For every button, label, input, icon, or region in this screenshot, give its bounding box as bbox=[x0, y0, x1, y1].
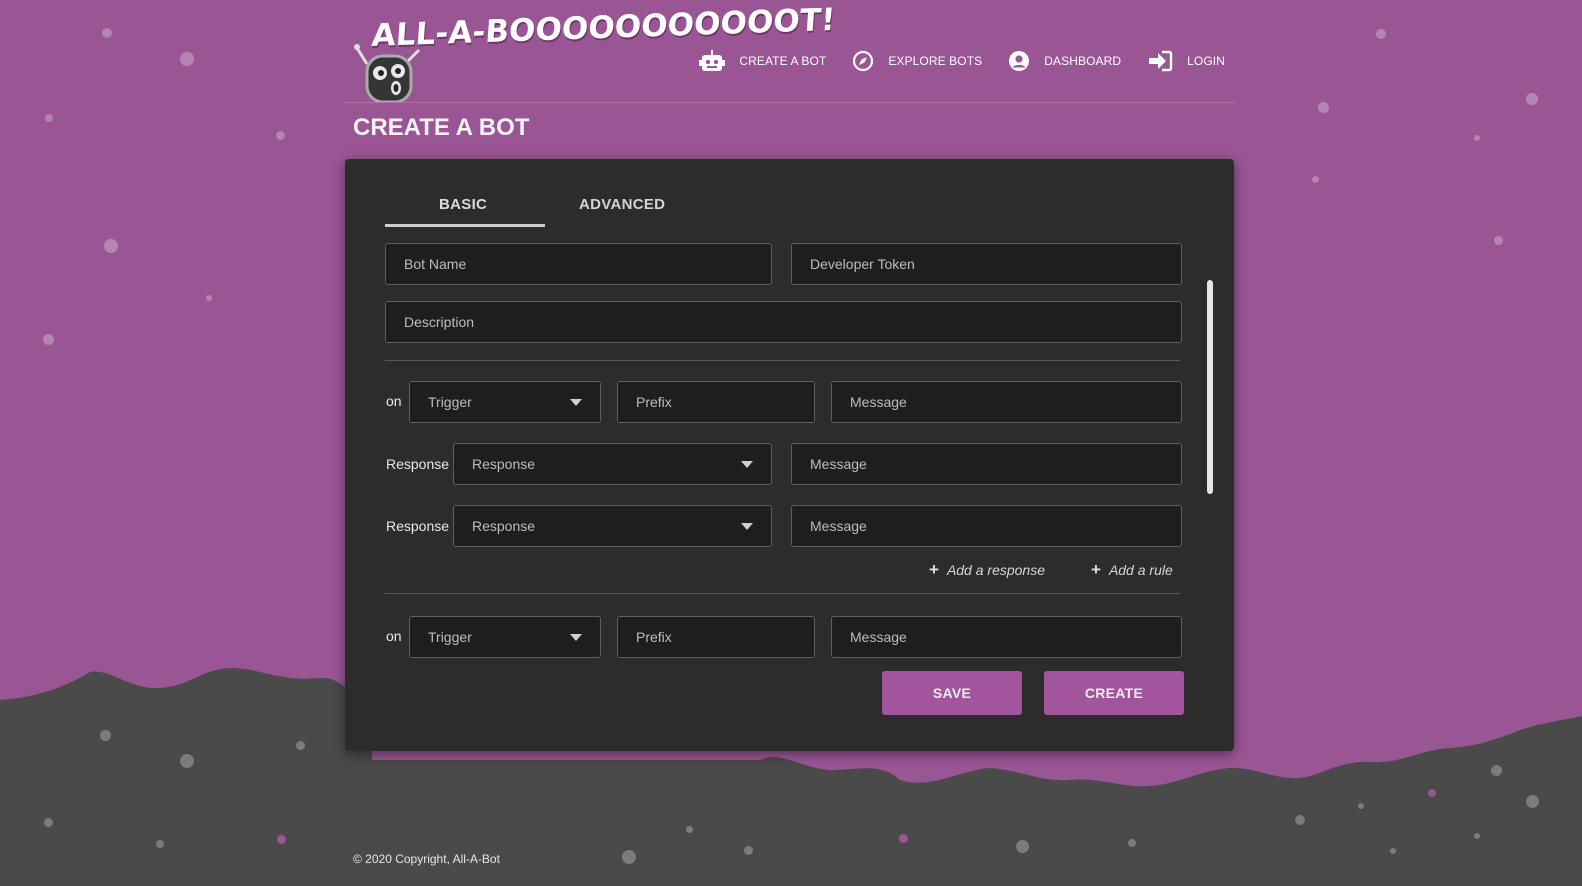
bg-dot bbox=[1526, 795, 1539, 808]
bot-name-field[interactable]: Bot Name bbox=[385, 243, 772, 285]
create-button[interactable]: CREATE bbox=[1044, 671, 1184, 715]
on-label: on bbox=[386, 393, 402, 409]
bg-dot bbox=[100, 730, 111, 741]
message-field[interactable]: Message bbox=[831, 616, 1182, 658]
nav-login[interactable]: LOGIN bbox=[1147, 50, 1225, 72]
nav-explore-bots-label: EXPLORE BOTS bbox=[888, 54, 983, 68]
bg-dot bbox=[1491, 765, 1502, 776]
tab-advanced[interactable]: ADVANCED bbox=[579, 196, 665, 213]
active-tab-indicator bbox=[385, 224, 545, 227]
bg-dot bbox=[1318, 102, 1329, 113]
form-scrollbar[interactable] bbox=[1207, 280, 1213, 494]
response-select[interactable]: Response bbox=[453, 505, 772, 547]
bg-dot bbox=[43, 334, 54, 345]
bg-dot bbox=[1016, 840, 1029, 853]
add-rule-label: Add a rule bbox=[1108, 562, 1173, 578]
message-field[interactable]: Message bbox=[831, 381, 1182, 423]
caret-down-icon bbox=[570, 399, 582, 406]
bg-dot bbox=[1526, 93, 1538, 105]
nav-create-bot-label: CREATE A BOT bbox=[739, 54, 827, 68]
trigger-select-value: Trigger bbox=[428, 394, 472, 410]
compass-icon bbox=[853, 50, 874, 72]
logo-text[interactable]: ALL-A-BOOOOOOOOOOOT! bbox=[370, 2, 836, 54]
nav-explore-bots[interactable]: EXPLORE BOTS bbox=[852, 50, 982, 72]
bg-dot bbox=[1376, 29, 1386, 39]
trigger-select[interactable]: Trigger bbox=[409, 616, 601, 658]
trigger-select[interactable]: Trigger bbox=[409, 381, 601, 423]
trigger-select-value: Trigger bbox=[428, 629, 472, 645]
plus-icon: + bbox=[929, 560, 939, 579]
response-label: Response bbox=[386, 518, 450, 534]
response-select-value: Response bbox=[472, 456, 536, 472]
bg-dot bbox=[1474, 135, 1480, 141]
bg-dot bbox=[1128, 839, 1136, 847]
response-select-value: Response bbox=[472, 518, 536, 534]
add-response-link[interactable]: + Add a response bbox=[929, 560, 1045, 580]
main-nav: CREATE A BOT EXPLORE BOTS DASHBOARD LOGI… bbox=[673, 50, 1225, 72]
on-label: on bbox=[386, 628, 402, 644]
bg-dot bbox=[1295, 815, 1305, 825]
bg-dot bbox=[1428, 789, 1436, 797]
bg-dot bbox=[1390, 848, 1396, 854]
bg-dot bbox=[104, 239, 118, 253]
bg-dot bbox=[276, 131, 285, 140]
bg-dot bbox=[296, 741, 305, 750]
nav-dashboard-label: DASHBOARD bbox=[1044, 54, 1122, 68]
bg-dot bbox=[622, 850, 636, 864]
save-button[interactable]: SAVE bbox=[882, 671, 1022, 715]
response-label: Response bbox=[386, 456, 450, 472]
caret-down-icon bbox=[741, 523, 753, 530]
bg-dot bbox=[45, 114, 53, 122]
prefix-field[interactable]: Prefix bbox=[617, 381, 815, 423]
form-scroll-area: Bot Name Developer Token Description on … bbox=[385, 239, 1185, 659]
footer-copyright: © 2020 Copyright, All-A-Bot bbox=[353, 852, 500, 866]
bg-dot bbox=[44, 818, 53, 827]
bg-dot bbox=[180, 754, 194, 768]
bg-dot bbox=[277, 835, 286, 844]
bg-dot bbox=[1312, 176, 1319, 183]
bg-dot bbox=[1358, 803, 1364, 809]
page-title: CREATE A BOT bbox=[353, 114, 530, 141]
add-response-label: Add a response bbox=[946, 562, 1046, 578]
nav-create-bot[interactable]: CREATE A BOT bbox=[699, 50, 826, 72]
caret-down-icon bbox=[570, 634, 582, 641]
robot-icon bbox=[699, 50, 726, 71]
bg-dot bbox=[1494, 236, 1503, 245]
section-divider bbox=[385, 360, 1180, 361]
bg-dot bbox=[686, 826, 693, 833]
user-circle-icon bbox=[1009, 51, 1030, 71]
description-field[interactable]: Description bbox=[385, 301, 1182, 343]
site-header: ALL-A-BOOOOOOOOOOOT! CREATE A BOT EXPLOR… bbox=[345, 0, 1235, 103]
create-bot-card: BASIC ADVANCED Bot Name Developer Token … bbox=[345, 159, 1234, 751]
login-icon bbox=[1149, 50, 1173, 72]
response-message-field[interactable]: Message bbox=[791, 443, 1182, 485]
bg-dot bbox=[156, 840, 164, 848]
bg-dot bbox=[180, 52, 194, 66]
response-message-field[interactable]: Message bbox=[791, 505, 1182, 547]
prefix-field[interactable]: Prefix bbox=[617, 616, 815, 658]
plus-icon: + bbox=[1091, 560, 1101, 579]
nav-login-label: LOGIN bbox=[1187, 54, 1225, 68]
bg-dot bbox=[899, 834, 908, 843]
tab-bar: BASIC ADVANCED bbox=[385, 191, 705, 227]
add-rule-link[interactable]: + Add a rule bbox=[1091, 560, 1173, 580]
nav-dashboard[interactable]: DASHBOARD bbox=[1008, 50, 1121, 72]
developer-token-field[interactable]: Developer Token bbox=[791, 243, 1182, 285]
bg-dot bbox=[744, 846, 753, 855]
bg-dot bbox=[1474, 833, 1480, 839]
tab-basic[interactable]: BASIC bbox=[439, 196, 487, 213]
bg-dot bbox=[206, 295, 212, 301]
rule-divider bbox=[385, 593, 1180, 594]
caret-down-icon bbox=[741, 461, 753, 468]
response-select[interactable]: Response bbox=[453, 443, 772, 485]
bg-dot bbox=[102, 28, 112, 38]
